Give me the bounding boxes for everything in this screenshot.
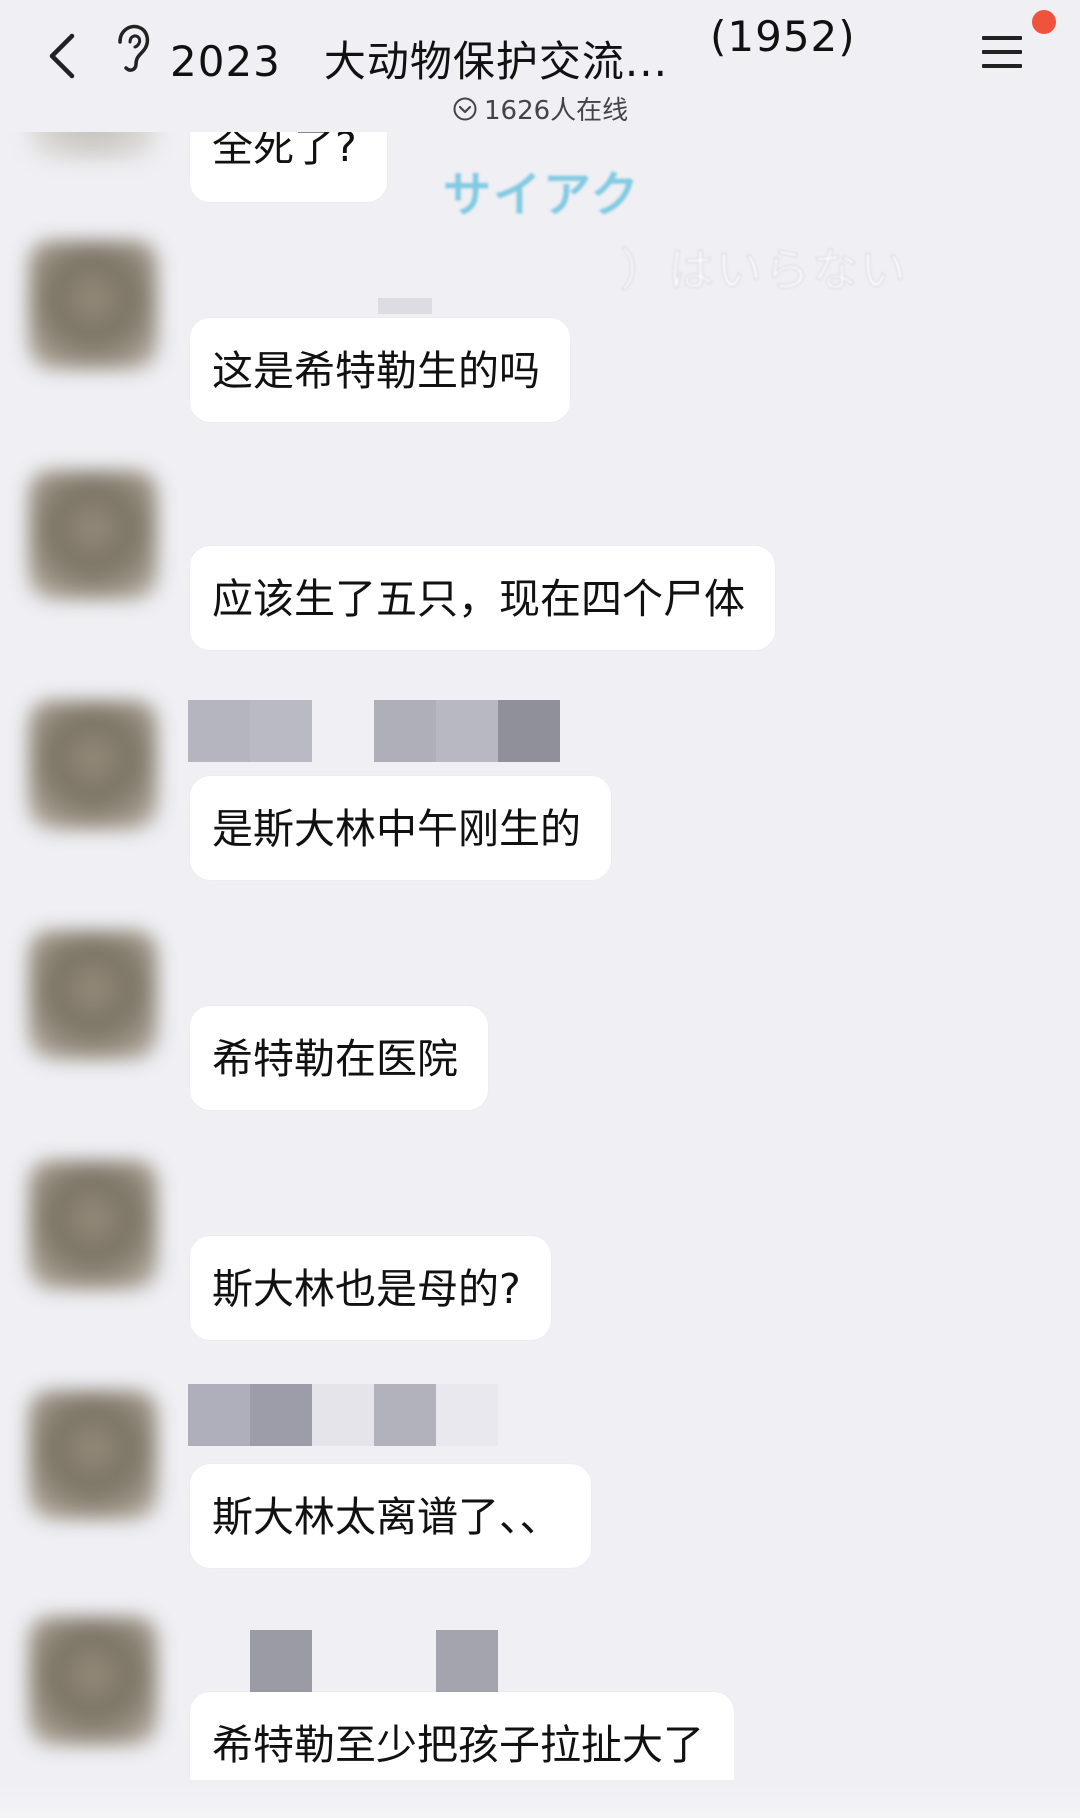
member-count: (1952) [710, 12, 856, 61]
message-text: 这是希特勒生的吗 [212, 347, 540, 395]
avatar[interactable] [28, 470, 158, 600]
online-count-text: 1626人在线 [484, 96, 629, 126]
message-bubble[interactable]: 希特勒在医院 [190, 1006, 488, 1110]
sender-name-blurred [188, 1630, 498, 1692]
bottom-edge [0, 1780, 1080, 1818]
message-text: 希特勒至少把孩子拉扯大了 [212, 1721, 704, 1769]
avatar[interactable] [28, 1616, 158, 1746]
message-text: 斯大林也是母的? [212, 1265, 521, 1313]
watermark-hiragana: ）はいらない [620, 243, 908, 298]
message-bubble[interactable]: 这是希特勒生的吗 [190, 318, 570, 422]
message-text: 希特勒在医院 [212, 1035, 458, 1083]
watermark-katakana: サイアク [443, 167, 641, 223]
message-bubble[interactable]: 斯大林太离谱了、、 [190, 1464, 591, 1568]
message-text: 是斯大林中午刚生的 [212, 805, 581, 853]
online-status: 1626人在线 [452, 90, 628, 127]
chat-screen: 2023 大动物保护交流... (1952) 1626人在线 サイアク ）はいら… [0, 0, 1080, 1818]
hamburger-menu-icon[interactable] [978, 30, 1026, 74]
sender-name-blurred [188, 700, 560, 762]
message-bubble[interactable]: 是斯大林中午刚生的 [190, 776, 611, 880]
group-title[interactable]: 2023 大动物保护交流... [170, 28, 668, 89]
message-bubble[interactable]: 斯大林也是母的? [190, 1236, 551, 1340]
avatar[interactable] [28, 930, 158, 1060]
message-text: 斯大林太离谱了、、 [212, 1493, 561, 1541]
avatar[interactable] [28, 700, 158, 830]
notification-dot [1032, 10, 1056, 34]
ear-icon[interactable] [110, 22, 154, 74]
message-text: 应该生了五只，现在四个尸体 [212, 575, 745, 623]
avatar[interactable] [28, 240, 158, 370]
avatar[interactable] [28, 1390, 158, 1520]
chat-header: 2023 大动物保护交流... (1952) 1626人在线 [0, 0, 1080, 132]
check-circle-icon [453, 97, 477, 120]
sender-name-blurred [378, 298, 432, 314]
sender-name-blurred [188, 1384, 498, 1446]
chevron-left-icon [49, 33, 75, 79]
avatar[interactable] [28, 1160, 158, 1290]
back-button[interactable] [38, 26, 84, 86]
message-bubble[interactable]: 应该生了五只，现在四个尸体 [190, 546, 775, 650]
